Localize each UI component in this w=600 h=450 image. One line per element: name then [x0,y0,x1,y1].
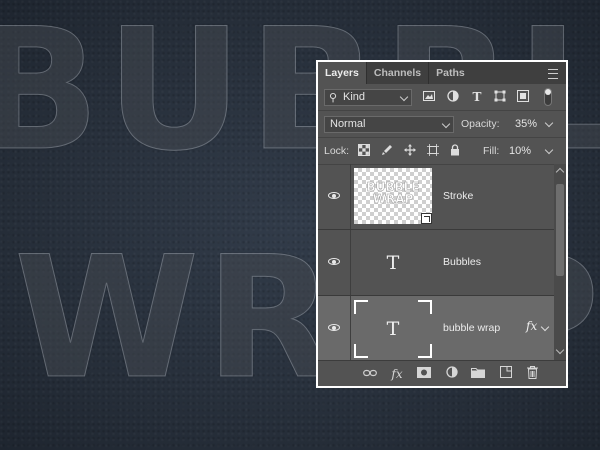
chevron-down-icon[interactable] [544,145,554,155]
filter-row: ⚲ Kind T [318,84,566,111]
eye-icon[interactable] [328,324,340,331]
type-layer-icon[interactable]: T [354,230,432,296]
artboard-lock-icon[interactable] [427,144,439,156]
opacity-field[interactable]: 35% [512,116,554,133]
trash-icon[interactable] [524,366,540,382]
layer-name[interactable]: Stroke [443,190,473,202]
type-layer-filter-icon[interactable]: T [470,90,484,104]
scrollbar-thumb[interactable] [556,184,564,276]
tab-channels[interactable]: Channels [367,62,428,84]
brush-lock-icon[interactable] [381,144,393,156]
adjustment-layer-filter-icon[interactable] [446,90,460,104]
shape-layer-filter-icon[interactable] [493,90,507,104]
chevron-down-icon[interactable] [540,322,550,332]
layer-name[interactable]: Bubbles [443,256,481,268]
layers-scrollbar[interactable] [554,164,566,360]
layer-name[interactable]: bubble wrap [443,322,500,334]
link-layers-icon[interactable] [362,366,378,382]
visibility-column[interactable] [318,296,351,360]
blend-mode-select[interactable]: Normal [324,116,454,133]
eye-icon[interactable] [328,258,340,265]
add-mask-icon[interactable] [416,366,432,382]
layer-row[interactable]: BUBBLE WRAP Stroke [318,164,554,230]
move-lock-icon[interactable] [404,144,416,156]
panel-menu-icon[interactable] [548,69,558,79]
fill-value: 10% [509,145,532,157]
filter-kind-select[interactable]: ⚲ Kind [324,89,412,106]
fill-field[interactable]: 10% [506,143,554,160]
tab-layers[interactable]: Layers [318,62,366,84]
chevron-down-icon [441,119,451,129]
filter-toggle-switch[interactable] [544,88,552,106]
panel-tabs: Layers Channels Paths [318,62,566,84]
chevron-down-icon [399,92,409,102]
opacity-value: 35% [515,118,538,130]
layer-row[interactable]: T Bubbles [318,230,554,296]
chevron-down-icon[interactable] [544,118,554,128]
add-style-icon[interactable]: fx [389,366,405,382]
type-layer-icon[interactable]: T [354,296,432,360]
fill-label: Fill: [483,145,500,157]
layers-panel: Layers Channels Paths ⚲ Kind T Normal Op… [316,60,568,388]
lock-all-icon[interactable] [449,144,461,156]
layer-effects-icon[interactable]: fx [526,319,537,333]
smart-object-icon [421,213,432,224]
layer-thumbnail[interactable]: BUBBLE WRAP [354,168,432,224]
search-icon: ⚲ [329,92,338,104]
new-adjustment-layer-icon[interactable] [444,366,460,382]
scroll-up-icon[interactable] [555,167,565,177]
visibility-column[interactable] [318,164,351,229]
new-layer-icon[interactable] [498,366,514,382]
lock-label: Lock: [324,145,350,157]
filter-kind-label: Kind [343,91,366,103]
blend-row: Normal Opacity: 35% [318,111,566,138]
layers-list: BUBBLE WRAP Stroke T Bubbles T bubble wr… [318,164,554,360]
lock-transparent-pixels-icon[interactable] [358,144,370,156]
smart-object-filter-icon[interactable] [516,90,530,104]
tab-paths[interactable]: Paths [429,62,472,84]
scroll-down-icon[interactable] [555,345,565,355]
opacity-label: Opacity: [461,118,500,130]
visibility-column[interactable] [318,230,351,295]
layer-row-selected[interactable]: T bubble wrap fx [318,296,554,360]
thumbnail-text-line-2: WRAP [372,192,414,206]
blend-mode-value: Normal [330,118,366,130]
lock-row: Lock: Fill: 10% [318,138,566,165]
new-group-folder-icon[interactable] [470,366,486,382]
panel-footer: fx [318,360,566,387]
eye-icon[interactable] [328,192,340,199]
pixel-layer-filter-icon[interactable] [422,90,436,104]
